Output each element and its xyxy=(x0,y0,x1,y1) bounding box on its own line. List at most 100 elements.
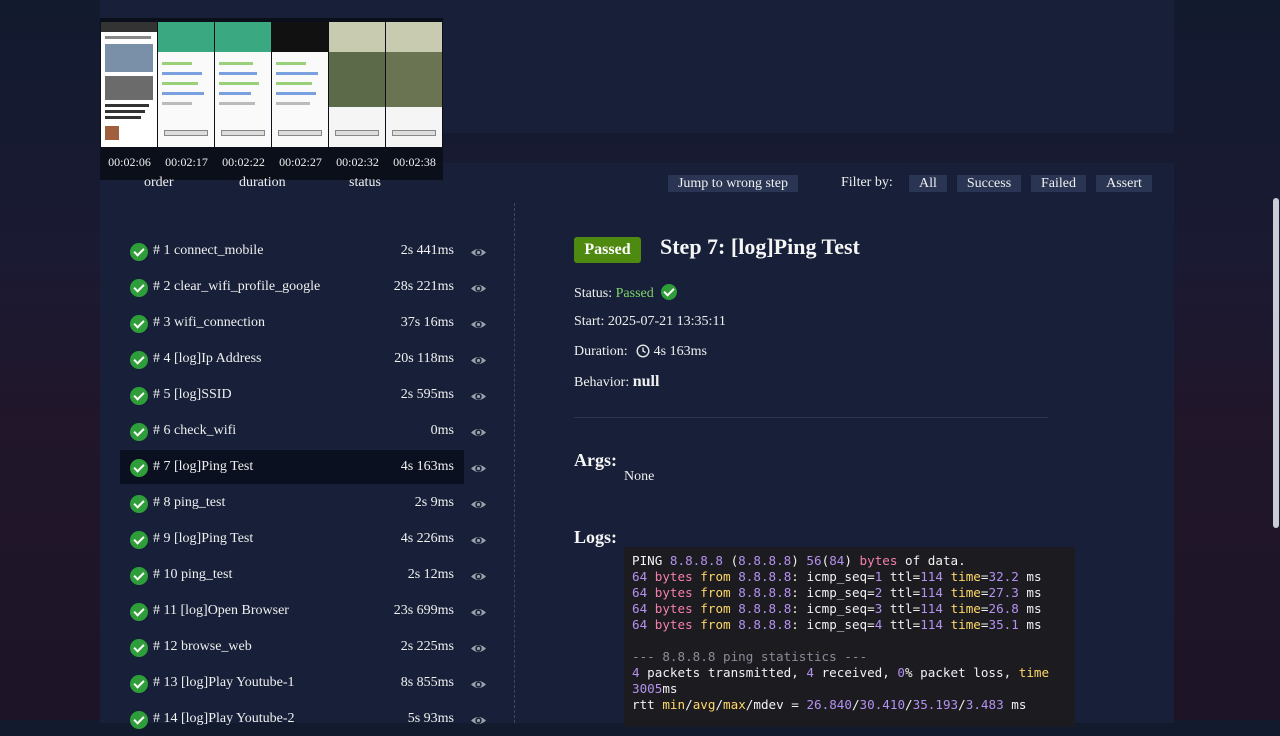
section-divider xyxy=(574,417,1048,418)
success-check-icon xyxy=(130,567,148,585)
check-icon xyxy=(661,284,678,300)
step-duration: 37s 16ms xyxy=(400,315,454,330)
column-header-duration[interactable]: duration xyxy=(239,175,286,191)
step-label: # 11 [log]Open Browser xyxy=(153,603,289,618)
view-eye-icon[interactable] xyxy=(470,424,487,441)
step-title: Step 7: [log]Ping Test xyxy=(660,234,860,259)
step-row[interactable]: # 2 clear_wifi_profile_google 28s 221ms xyxy=(120,270,464,304)
step-row[interactable]: # 6 check_wifi 0ms xyxy=(120,414,464,448)
view-eye-icon[interactable] xyxy=(470,496,487,513)
step-label: # 7 [log]Ping Test xyxy=(153,459,254,474)
filter-all-button[interactable]: All xyxy=(909,175,947,192)
status-value: Passed xyxy=(615,286,654,301)
step-label: # 13 [log]Play Youtube-1 xyxy=(153,675,295,690)
success-check-icon xyxy=(130,279,148,297)
step-row[interactable]: # 3 wifi_connection 37s 16ms xyxy=(120,306,464,340)
step-row[interactable]: # 5 [log]SSID 2s 595ms xyxy=(120,378,464,412)
step-duration: 0ms xyxy=(430,423,454,438)
view-eye-icon[interactable] xyxy=(470,568,487,585)
view-eye-icon[interactable] xyxy=(470,604,487,621)
step-label: # 9 [log]Ping Test xyxy=(153,531,254,546)
success-check-icon xyxy=(130,603,148,621)
step-label: # 3 wifi_connection xyxy=(153,315,265,330)
clock-icon xyxy=(636,344,650,363)
step-duration: 2s 12ms xyxy=(407,567,454,582)
status-badge: Passed xyxy=(574,237,641,263)
step-label: # 12 browse_web xyxy=(153,639,252,654)
filter-success-button[interactable]: Success xyxy=(957,175,1021,192)
view-eye-icon[interactable] xyxy=(470,676,487,693)
step-label: # 8 ping_test xyxy=(153,495,226,510)
column-header-status[interactable]: status xyxy=(349,175,381,191)
success-check-icon xyxy=(130,675,148,693)
success-check-icon xyxy=(130,639,148,657)
timestamp: 00:02:38 xyxy=(393,155,436,169)
screenshot-thumbnail[interactable] xyxy=(329,22,385,147)
view-eye-icon[interactable] xyxy=(470,460,487,477)
timestamp: 00:02:32 xyxy=(336,155,379,169)
step-row[interactable]: # 8 ping_test 2s 9ms xyxy=(120,486,464,520)
timestamp: 00:02:06 xyxy=(108,155,151,169)
step-duration: 20s 118ms xyxy=(394,351,454,366)
success-check-icon xyxy=(130,387,148,405)
screenshot-thumbnail[interactable] xyxy=(215,22,271,147)
step-row[interactable]: # 1 connect_mobile 2s 441ms xyxy=(120,234,464,268)
view-eye-icon[interactable] xyxy=(470,280,487,297)
column-header-order[interactable]: order xyxy=(144,175,174,191)
success-check-icon xyxy=(130,711,148,729)
step-row[interactable]: # 11 [log]Open Browser 23s 699ms xyxy=(120,594,464,628)
step-duration: 2s 595ms xyxy=(400,387,454,402)
screenshot-timeline: 00:02:06 00:02:17 00:02:22 00:02:27 00:0… xyxy=(100,18,443,180)
filter-assert-button[interactable]: Assert xyxy=(1096,175,1152,192)
step-row[interactable]: # 4 [log]Ip Address 20s 118ms xyxy=(120,342,464,376)
step-row[interactable]: # 12 browse_web 2s 225ms xyxy=(120,630,464,664)
args-value: None xyxy=(624,469,655,484)
view-eye-icon[interactable] xyxy=(470,532,487,549)
page-scrollbar[interactable] xyxy=(1273,198,1279,528)
view-eye-icon[interactable] xyxy=(470,640,487,657)
success-check-icon xyxy=(130,531,148,549)
jump-to-wrong-step-button[interactable]: Jump to wrong step xyxy=(668,175,798,192)
timestamp: 00:02:17 xyxy=(165,155,208,169)
status-row: Status: Passed xyxy=(574,284,678,302)
step-duration: 2s 225ms xyxy=(400,639,454,654)
step-label: # 5 [log]SSID xyxy=(153,387,232,402)
step-duration: 2s 441ms xyxy=(400,243,454,258)
behavior-row: Behavior: null xyxy=(574,373,659,391)
step-duration: 8s 855ms xyxy=(400,675,454,690)
screenshot-thumbnail[interactable] xyxy=(386,22,442,147)
filter-failed-button[interactable]: Failed xyxy=(1031,175,1086,192)
step-row[interactable]: # 7 [log]Ping Test 4s 163ms xyxy=(120,450,464,484)
duration-label: Duration: xyxy=(574,344,628,359)
behavior-label: Behavior: xyxy=(574,375,630,390)
step-row[interactable]: # 9 [log]Ping Test 4s 226ms xyxy=(120,522,464,556)
step-duration: 2s 9ms xyxy=(414,495,454,510)
step-label: # 6 check_wifi xyxy=(153,423,237,438)
screenshot-thumbnail[interactable] xyxy=(101,22,157,147)
view-eye-icon[interactable] xyxy=(470,352,487,369)
step-row[interactable]: # 14 [log]Play Youtube-2 5s 93ms xyxy=(120,702,464,736)
start-row: Start: 2025-07-21 13:35:11 xyxy=(574,314,726,330)
step-row[interactable]: # 13 [log]Play Youtube-1 8s 855ms xyxy=(120,666,464,700)
log-text: PING 8.8.8.8 (8.8.8.8) 56(84) bytes of d… xyxy=(632,553,1050,712)
view-eye-icon[interactable] xyxy=(470,244,487,261)
duration-value: 4s 163ms xyxy=(653,344,707,359)
step-duration: 4s 226ms xyxy=(400,531,454,546)
screenshot-thumbnail[interactable] xyxy=(272,22,328,147)
success-check-icon xyxy=(130,459,148,477)
success-check-icon xyxy=(130,495,148,513)
view-eye-icon[interactable] xyxy=(470,316,487,333)
step-duration: 4s 163ms xyxy=(400,459,454,474)
view-eye-icon[interactable] xyxy=(470,388,487,405)
step-label: # 4 [log]Ip Address xyxy=(153,351,262,366)
panel-divider xyxy=(514,203,515,723)
step-row[interactable]: # 10 ping_test 2s 12ms xyxy=(120,558,464,592)
screenshot-thumbnail[interactable] xyxy=(158,22,214,147)
behavior-value: null xyxy=(632,373,660,390)
status-label: Status: xyxy=(574,286,613,301)
success-check-icon xyxy=(130,423,148,441)
step-label: # 2 clear_wifi_profile_google xyxy=(153,279,321,294)
logs-title: Logs: xyxy=(574,527,618,547)
log-output[interactable]: PING 8.8.8.8 (8.8.8.8) 56(84) bytes of d… xyxy=(624,547,1075,727)
view-eye-icon[interactable] xyxy=(470,712,487,729)
